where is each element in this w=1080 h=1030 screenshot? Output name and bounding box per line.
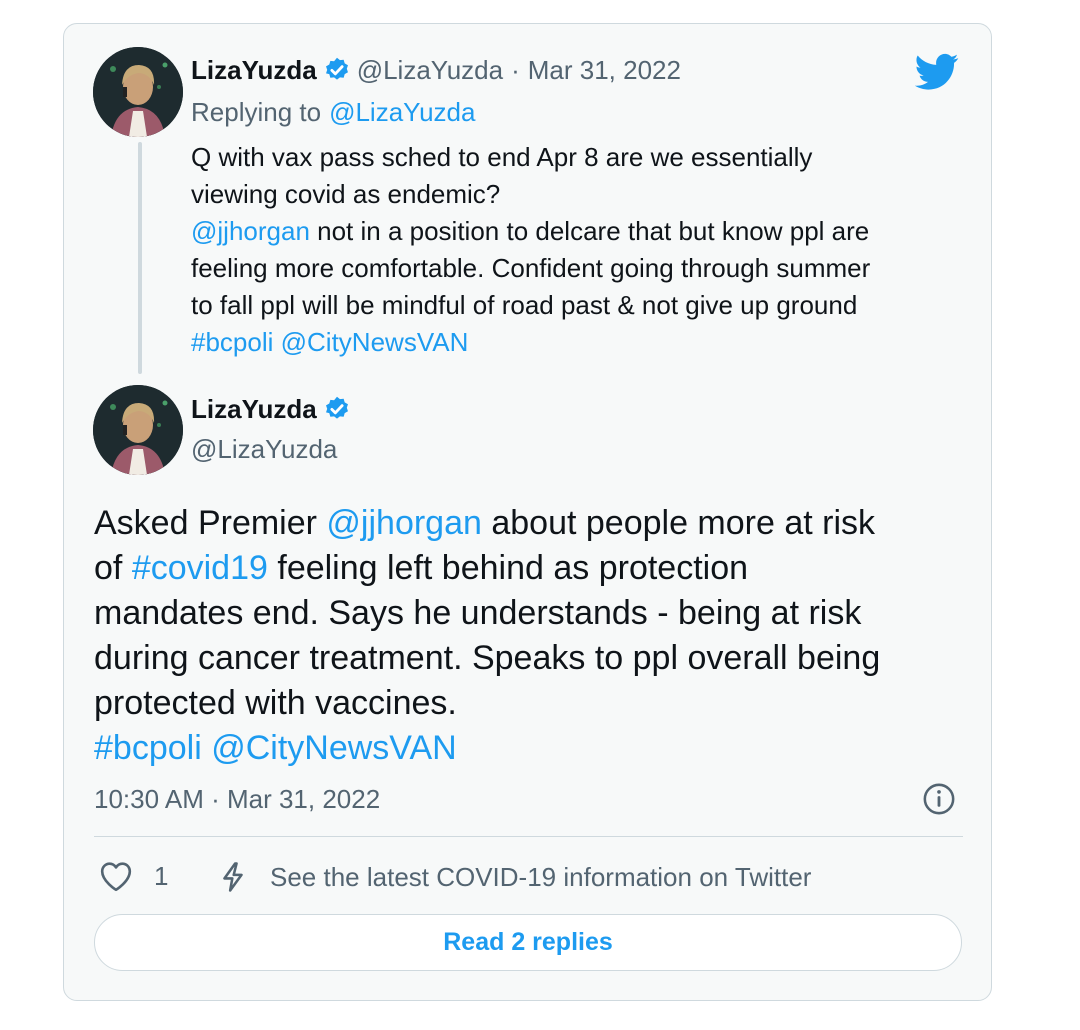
handle[interactable]: @LizaYuzda (191, 434, 337, 464)
hashtag-link[interactable]: #covid19 (132, 549, 268, 587)
covid-info-text[interactable]: See the latest COVID-19 information on T… (270, 862, 811, 892)
verified-badge-icon (325, 57, 348, 80)
tweet-text-line: protected with vaccines. (94, 684, 457, 722)
mention-link[interactable]: @jjhorgan (191, 216, 310, 246)
hashtag-link[interactable]: #bcpoli (191, 327, 273, 357)
hashtag-link[interactable]: #bcpoli (94, 729, 202, 767)
separator: · (511, 55, 520, 85)
mention-link[interactable]: @CityNewsVAN (211, 729, 456, 767)
info-icon[interactable] (922, 782, 956, 816)
avatar-photo (93, 47, 183, 137)
avatar[interactable] (93, 47, 183, 137)
replying-to: Replying to @LizaYuzda (191, 97, 475, 127)
verified-badge-icon (325, 396, 348, 419)
thread-connector-line (138, 142, 142, 374)
read-replies-button[interactable]: Read 2 replies (94, 914, 962, 971)
main-tweet-text: Asked Premier @jjhorgan about people mor… (94, 501, 974, 771)
tweet-date[interactable]: Mar 31, 2022 (528, 55, 681, 85)
tweet-text-line: to fall ppl will be mindful of road past… (191, 290, 858, 320)
mention-link[interactable]: @jjhorgan (326, 504, 482, 542)
reply-tweet-text: Q with vax pass sched to end Apr 8 are w… (191, 139, 870, 361)
tweet-text-line: #bcpoli @CityNewsVAN (94, 726, 974, 771)
heart-icon[interactable] (98, 860, 134, 892)
main-tweet-header: LizaYuzda (191, 394, 357, 424)
tweet-text-line: of #covid19 feeling left behind as prote… (94, 549, 749, 587)
tweet-text-line: Q with vax pass sched to end Apr 8 are w… (191, 142, 813, 172)
main-tweet-handle-row: @LizaYuzda (191, 434, 337, 464)
twitter-bird-icon[interactable] (915, 52, 959, 92)
avatar-photo (93, 385, 183, 475)
tweet-text-line: mandates end. Says he understands - bein… (94, 594, 862, 632)
display-name[interactable]: LizaYuzda (191, 55, 317, 85)
tweet-text-line: during cancer treatment. Speaks to ppl o… (94, 639, 881, 677)
embedded-tweet-card: LizaYuzda @LizaYuzda · Mar 31, 2022 Repl… (63, 23, 992, 1001)
mention-link[interactable]: @CityNewsVAN (281, 327, 469, 357)
avatar[interactable] (93, 385, 183, 475)
replying-to-handle[interactable]: @LizaYuzda (329, 97, 475, 127)
like-action[interactable]: 1 (98, 860, 168, 892)
tweet-text-line: viewing covid as endemic? (191, 179, 501, 209)
divider (94, 836, 963, 837)
display-name[interactable]: LizaYuzda (191, 394, 317, 424)
tweet-text-line: #bcpoli @CityNewsVAN (191, 324, 870, 361)
covid-info-link[interactable]: See the latest COVID-19 information on T… (216, 860, 811, 894)
handle[interactable]: @LizaYuzda (357, 55, 503, 85)
tweet-text-line: feeling more comfortable. Confident goin… (191, 253, 871, 283)
tweet-timestamp[interactable]: 10:30 AM · Mar 31, 2022 (94, 784, 380, 814)
replying-to-label: Replying to (191, 97, 322, 127)
like-count: 1 (154, 861, 169, 891)
tweet-text-line: @jjhorgan not in a position to delcare t… (191, 216, 870, 246)
reply-tweet-header: LizaYuzda @LizaYuzda · Mar 31, 2022 (191, 55, 681, 85)
lightning-bolt-icon (223, 862, 243, 892)
tweet-text-line: Asked Premier @jjhorgan about people mor… (94, 504, 876, 542)
